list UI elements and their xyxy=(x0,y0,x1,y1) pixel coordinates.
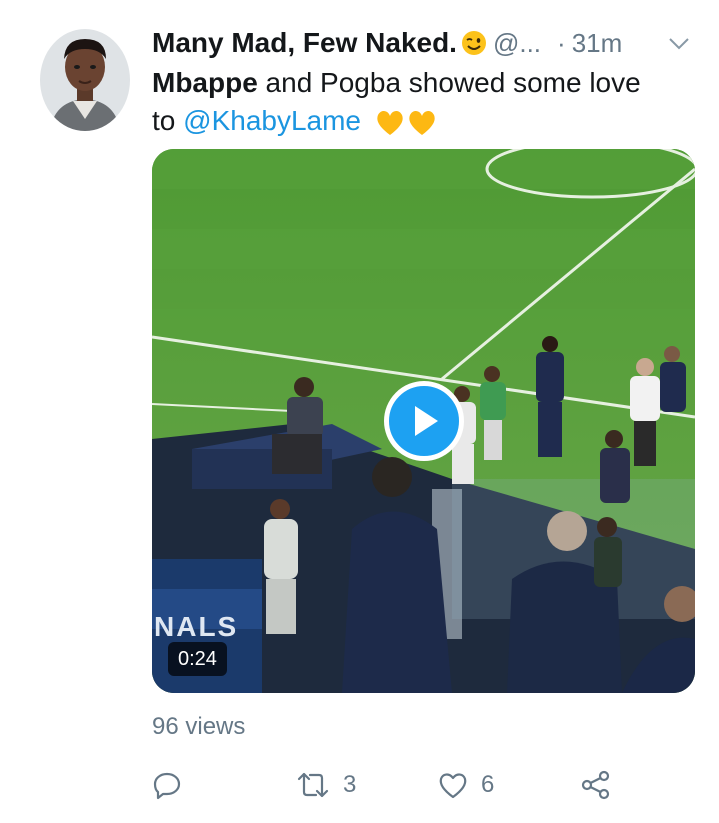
separator-dot: · xyxy=(557,27,566,58)
video-player[interactable]: NALS 0:24 xyxy=(152,149,695,693)
retweet-button[interactable]: 3 xyxy=(295,765,356,805)
tweet-actions: 3 6 xyxy=(152,765,622,805)
tweet-text-line-2: to @KhabyLame xyxy=(152,102,692,140)
video-duration: 0:24 xyxy=(168,642,227,676)
view-count[interactable]: 96 views xyxy=(152,713,245,741)
like-count: 6 xyxy=(481,771,495,798)
play-button[interactable] xyxy=(384,381,464,461)
tweet-text-to: to xyxy=(152,105,184,136)
yellow-heart-icon xyxy=(377,110,403,135)
author-avatar[interactable] xyxy=(40,29,130,131)
yellow-heart-icon xyxy=(409,110,435,135)
share-button[interactable] xyxy=(580,765,612,805)
reply-button[interactable] xyxy=(152,765,182,805)
mention-link[interactable]: @KhabyLame xyxy=(183,105,361,136)
tweet-text-bold: Mbappe xyxy=(152,67,258,98)
reply-icon xyxy=(153,772,181,800)
author-handle[interactable]: @... xyxy=(493,28,541,59)
tweet-text-rest: and Pogba showed some love xyxy=(257,67,641,98)
tweet-header: Many Mad, Few Naked. @... · 31m xyxy=(152,26,692,60)
banner-text: NALS xyxy=(154,611,239,642)
tweet-text-line-1: Mbappe and Pogba showed some love xyxy=(152,64,692,102)
author-name[interactable]: Many Mad, Few Naked. xyxy=(152,27,457,59)
winking-face-icon xyxy=(461,30,487,56)
like-button[interactable]: 6 xyxy=(437,765,494,805)
tweet-time[interactable]: 31m xyxy=(572,28,623,59)
play-icon xyxy=(415,406,438,436)
chevron-down-icon[interactable] xyxy=(666,30,692,56)
tweet-text: Mbappe and Pogba showed some love to @Kh… xyxy=(152,64,692,140)
avatar-image xyxy=(40,29,130,131)
heart-icon xyxy=(439,773,467,799)
retweet-count: 3 xyxy=(343,771,357,798)
share-icon xyxy=(581,770,610,800)
hearts-emoji xyxy=(375,109,437,137)
retweet-icon xyxy=(297,772,329,798)
